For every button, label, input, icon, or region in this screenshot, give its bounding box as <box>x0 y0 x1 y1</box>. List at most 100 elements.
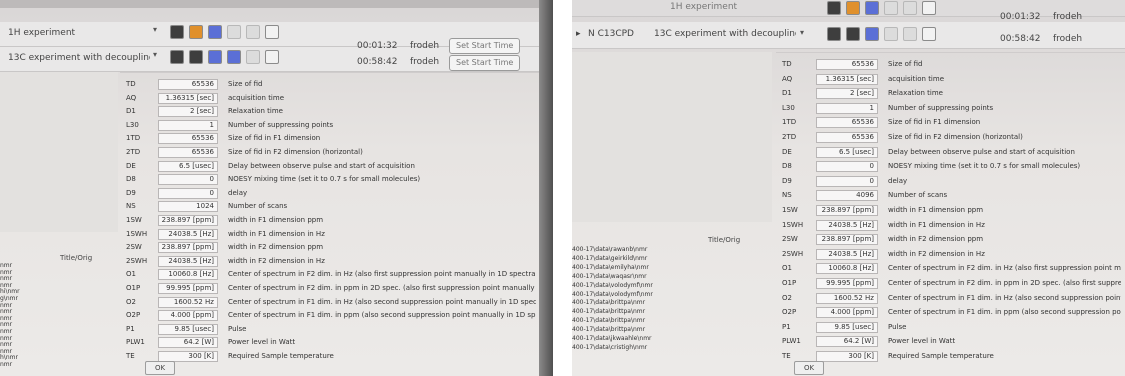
parameter-value-field[interactable]: 238.897 [ppm] <box>816 234 878 246</box>
parameter-value-field[interactable]: 24038.5 [Hz] <box>816 219 878 231</box>
title-column-header[interactable]: Title/Orig <box>708 236 740 244</box>
experiment-row-13c[interactable]: 13C experiment with decoupling, 1024 sca… <box>0 38 540 72</box>
parameter-value-field[interactable]: 24038.5 [Hz] <box>158 228 218 240</box>
edit-icon[interactable] <box>265 25 279 39</box>
chevron-down-icon[interactable]: ▸ <box>576 29 581 39</box>
list-item[interactable]: nmr <box>0 361 12 369</box>
parameter-value-field[interactable]: 4096 <box>816 190 878 202</box>
set-start-time-button[interactable]: Set Start Time <box>449 55 521 71</box>
parameter-description: Number of scans <box>888 191 948 200</box>
ok-button[interactable]: OK <box>794 361 824 375</box>
parameter-value-field[interactable]: 10060.8 [Hz] <box>816 263 878 275</box>
parameter-value-field[interactable]: 9.85 [usec] <box>158 323 218 335</box>
list-item[interactable]: 400-17\data\brittpa\nmr <box>572 308 645 316</box>
chevron-down-icon[interactable]: ▾ <box>800 28 812 42</box>
chevron-down-icon[interactable]: ▾ <box>153 50 165 64</box>
edit-icon[interactable] <box>922 27 936 41</box>
warning-icon[interactable] <box>903 1 917 15</box>
list-item[interactable]: 400-17\data\jkwaahle\nmr <box>572 335 652 343</box>
list-item[interactable]: 400-17\data\geirkild\nmr <box>572 255 647 263</box>
parameter-value-field[interactable]: 9.85 [usec] <box>816 321 878 333</box>
list-item[interactable]: 400-17\data\volodymf\nmr <box>572 291 653 299</box>
list-item[interactable]: 400-17\data\waqasr\nmr <box>572 273 647 281</box>
parameter-value-field[interactable]: 0 <box>158 174 218 186</box>
queue-icon[interactable] <box>865 1 879 15</box>
parameter-row: PLW1 64.2 [W] Power level in Watt <box>120 337 540 350</box>
list-item[interactable]: 400-17\data\cristigh\nmr <box>572 344 647 352</box>
parameter-value-field[interactable]: 64.2 [W] <box>816 336 878 348</box>
parameter-value-field[interactable]: 1024 <box>158 201 218 213</box>
parameter-value-field[interactable]: 10060.8 [Hz] <box>158 269 218 281</box>
parameter-value-field[interactable]: 6.5 [usec] <box>816 146 878 158</box>
parameter-value-field[interactable]: 1 <box>158 119 218 131</box>
parameter-value-field[interactable]: 65536 <box>158 133 218 145</box>
list-item[interactable]: 400-17\data\volodymf\nmr <box>572 282 653 290</box>
parameter-value-field[interactable]: 24038.5 [Hz] <box>158 255 218 267</box>
parameter-value-field[interactable]: 4.000 [ppm] <box>816 307 878 319</box>
queue-icon[interactable] <box>865 27 879 41</box>
set-start-time-button[interactable]: Set Start Time <box>449 38 521 54</box>
experiment-row-13c[interactable]: ▸ N C13CPD 13C experiment with decouplin… <box>572 22 1125 49</box>
spectrum-icon[interactable] <box>827 1 841 15</box>
parameter-value-field[interactable]: 1600.52 Hz <box>816 292 878 304</box>
parameter-value-field[interactable]: 238.897 [ppm] <box>158 215 218 226</box>
parameter-value-field[interactable]: 64.2 [W] <box>158 337 218 349</box>
ok-button[interactable]: OK <box>145 361 175 375</box>
edit-icon[interactable] <box>265 50 279 64</box>
parameter-value-field[interactable]: 0 <box>158 187 218 199</box>
parameter-value-field[interactable]: 99.995 [ppm] <box>816 278 878 289</box>
list-item[interactable]: 400-17\data\brittpa\nmr <box>572 299 645 307</box>
parameter-value-field[interactable]: 2 [sec] <box>816 88 878 100</box>
queue-icon[interactable] <box>208 50 222 64</box>
parameter-value-field[interactable]: 0 <box>816 175 878 187</box>
experiment-row-1h[interactable]: 1H experiment 00:01:32 frodeh <box>572 0 1125 22</box>
spectrum-icon[interactable] <box>827 27 841 41</box>
parameter-value-field[interactable]: 1.36315 [sec] <box>158 92 218 104</box>
parameter-value-field[interactable]: 65536 <box>816 117 878 129</box>
spectrum-icon[interactable] <box>170 25 184 39</box>
chevron-down-icon[interactable]: ▾ <box>153 25 165 39</box>
parameter-value-field[interactable]: 6.5 [usec] <box>158 160 218 172</box>
parameter-value-field[interactable]: 238.897 [ppm] <box>816 205 878 216</box>
list-item[interactable]: 400-17\data\emilyha\nmr <box>572 264 649 272</box>
print-icon[interactable] <box>846 27 860 41</box>
queue-icon[interactable] <box>208 25 222 39</box>
list-item[interactable]: 400-17\data\rawanb\nmr <box>572 246 647 254</box>
list-item[interactable]: 400-17\data\brittpa\nmr <box>572 317 645 325</box>
parameter-value-field[interactable]: 2 [sec] <box>158 106 218 118</box>
parameter-description: width in F1 dimension in Hz <box>888 220 985 229</box>
parameter-description: Relaxation time <box>888 89 943 98</box>
parameter-value-field[interactable]: 238.897 [ppm] <box>158 242 218 254</box>
title-column-header[interactable]: Title/Orig <box>60 254 92 262</box>
edit-icon[interactable] <box>922 1 936 15</box>
parameter-value-field[interactable]: 4.000 [ppm] <box>158 310 218 322</box>
warning-icon[interactable] <box>246 50 260 64</box>
parameter-value-field[interactable]: 0 <box>816 161 878 173</box>
warning-icon[interactable] <box>246 25 260 39</box>
parameter-value-field[interactable]: 99.995 [ppm] <box>158 283 218 294</box>
parameter-description: Required Sample temperature <box>888 352 994 360</box>
parameter-value-field[interactable]: 65536 <box>158 147 218 158</box>
parameter-value-field[interactable]: 1600.52 Hz <box>158 296 218 308</box>
parameter-value-field[interactable]: 1 <box>816 102 878 114</box>
parameter-value-field[interactable]: 24038.5 [Hz] <box>816 248 878 260</box>
experiment-name: 1H experiment <box>8 28 76 38</box>
parameter-value-field[interactable]: 1.36315 [sec] <box>816 73 878 85</box>
spectrum-icon[interactable] <box>170 50 184 64</box>
parameter-row: 1SW 238.897 [ppm] width in F1 dimension pp… <box>776 205 1125 218</box>
parameter-value-field[interactable]: 65536 <box>816 132 878 143</box>
parameter-name: P1 <box>126 324 135 333</box>
parameter-value-field[interactable]: 65536 <box>816 59 878 70</box>
flask-icon[interactable] <box>884 1 898 15</box>
sample-icon[interactable] <box>189 25 203 39</box>
sample-icon[interactable] <box>846 1 860 15</box>
list-item[interactable]: 400-17\data\brittpa\nmr <box>572 326 645 334</box>
parameter-value-field[interactable]: 300 [K] <box>816 351 878 362</box>
warning-icon[interactable] <box>903 27 917 41</box>
flask-icon[interactable] <box>227 25 241 39</box>
parameter-value-field[interactable]: 65536 <box>158 79 218 90</box>
parameter-name: 2TD <box>782 133 797 141</box>
print-icon[interactable] <box>189 50 203 64</box>
flask-icon[interactable] <box>884 27 898 41</box>
pointer-icon[interactable] <box>227 50 241 64</box>
